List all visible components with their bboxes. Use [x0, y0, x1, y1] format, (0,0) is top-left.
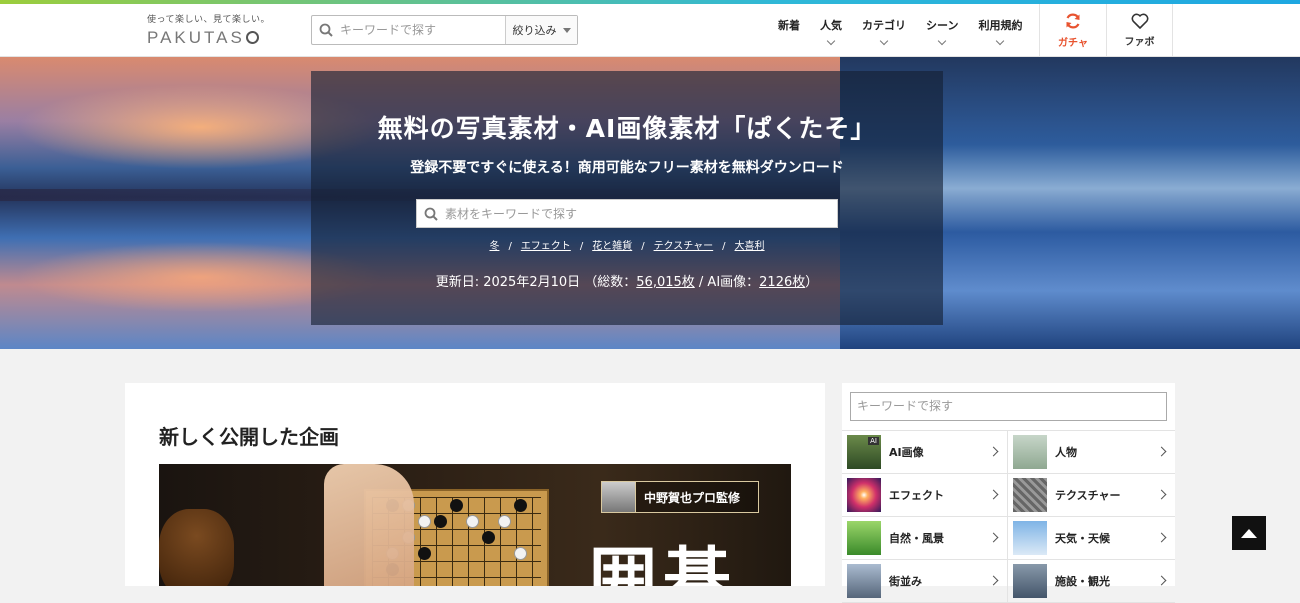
sidebar-search-input[interactable]: キーワードで探す: [850, 392, 1167, 421]
category-facility[interactable]: 施設・観光: [1008, 560, 1175, 603]
chevron-right-icon: [1156, 575, 1167, 586]
total-count-link[interactable]: 56,015枚: [636, 275, 695, 290]
hero-subtitle: 登録不要ですぐに使える！商用可能なフリー素材を無料ダウンロード: [410, 160, 844, 176]
category-people[interactable]: 人物: [1008, 431, 1175, 474]
update-info: 更新日: 2025年2月10日 （総数：56,015枚 / AI画像：2126枚…: [311, 271, 943, 290]
sidebar: キーワードで探す AI画像 人物 エフェクト テクスチャー 自然・風景 天気・天…: [842, 383, 1175, 603]
header-search-box[interactable]: キーワードで探す 絞り込み: [311, 15, 578, 45]
chevron-right-icon: [1156, 446, 1167, 457]
site-logo[interactable]: 使って楽しい、見て楽しい。 PAKUTAS: [147, 12, 277, 52]
chevron-down-icon: [996, 36, 1005, 46]
category-label: テクスチャー: [1055, 489, 1121, 502]
nav-item-scene[interactable]: シーン: [916, 4, 968, 57]
favorite-label: ファボ: [1124, 37, 1155, 48]
favorite-button[interactable]: ファボ: [1106, 4, 1173, 57]
category-grid: AI画像 人物 エフェクト テクスチャー 自然・風景 天気・天候 街並み 施設・…: [842, 430, 1175, 603]
nature-thumb-icon: [847, 521, 881, 555]
nav-label: カテゴリ: [862, 19, 906, 32]
filter-dropdown[interactable]: 絞り込み: [505, 16, 577, 44]
refresh-icon: [1066, 13, 1080, 29]
gacha-label: ガチャ: [1058, 38, 1088, 49]
feature-banner[interactable]: 中野賀也プロ監修 囲碁: [159, 464, 791, 586]
ai-count-prefix: / AI画像：: [694, 275, 760, 290]
category-ai-images[interactable]: AI画像: [842, 431, 1008, 474]
hero-tag-list: 冬 / エフェクト / 花と雑貨 / テクスチャー / 大喜利: [489, 241, 765, 252]
category-label: エフェクト: [889, 489, 944, 502]
town-thumb-icon: [847, 564, 881, 598]
chevron-right-icon: [1156, 532, 1167, 543]
texture-thumb-icon: [1013, 478, 1047, 512]
category-label: 自然・風景: [889, 532, 944, 545]
supervisor-label: 中野賀也プロ監修: [644, 490, 741, 505]
category-nature[interactable]: 自然・風景: [842, 517, 1008, 560]
go-bowl-image: [159, 509, 234, 586]
search-icon: [417, 207, 445, 221]
chevron-right-icon: [1156, 489, 1167, 500]
facility-thumb-icon: [1013, 564, 1047, 598]
chevron-right-icon: [988, 532, 999, 543]
nav-label: シーン: [926, 19, 959, 32]
tag-link[interactable]: 冬: [489, 241, 499, 252]
tag-link[interactable]: 大喜利: [735, 241, 765, 252]
logo-text: PAKUTAS: [147, 28, 245, 47]
hero-banner: 無料の写真素材・AI画像素材「ぱくたそ」 登録不要ですぐに使える！商用可能なフリ…: [0, 57, 1300, 349]
effect-thumb-icon: [847, 478, 881, 512]
arrow-up-icon: [1241, 528, 1257, 538]
nav-item-popular[interactable]: 人気: [810, 4, 852, 57]
section-title: 新しく公開した企画: [159, 425, 339, 449]
logo-tagline: 使って楽しい、見て楽しい。: [147, 15, 271, 25]
nav-item-category[interactable]: カテゴリ: [852, 4, 916, 57]
tag-link[interactable]: 花と雑貨: [592, 241, 632, 252]
chevron-down-icon: [826, 36, 836, 46]
filter-label: 絞り込み: [512, 24, 557, 37]
hero-search-box[interactable]: 素材をキーワードで探す: [416, 199, 838, 228]
weather-thumb-icon: [1013, 521, 1047, 555]
ai-thumb-icon: [847, 435, 881, 469]
hero-title: 無料の写真素材・AI画像素材「ぱくたそ」: [377, 114, 877, 143]
chevron-right-icon: [988, 575, 999, 586]
hero-search-input[interactable]: 素材をキーワードで探す: [445, 205, 577, 222]
site-header: 使って楽しい、見て楽しい。 PAKUTAS キーワードで探す 絞り込み 新着 人…: [0, 4, 1300, 57]
search-icon: [312, 16, 340, 44]
ai-count-link[interactable]: 2126枚: [759, 275, 805, 290]
category-texture[interactable]: テクスチャー: [1008, 474, 1175, 517]
nav-label: 利用規約: [978, 19, 1023, 32]
update-date-text: 更新日: 2025年2月10日 （総数：: [435, 275, 637, 290]
hand-image: [324, 464, 414, 586]
chevron-down-icon: [937, 36, 947, 46]
nav-item-terms[interactable]: 利用規約: [968, 4, 1032, 57]
chevron-right-icon: [988, 489, 999, 500]
update-suffix: ）: [805, 275, 819, 290]
category-weather[interactable]: 天気・天候: [1008, 517, 1175, 560]
logo-wordmark: PAKUTAS: [147, 28, 277, 48]
nav-label: 新着: [778, 19, 800, 32]
category-label: 施設・観光: [1055, 575, 1110, 588]
logo-circle-icon: [245, 31, 259, 44]
portrait-image: [602, 482, 636, 512]
category-label: 街並み: [889, 575, 922, 588]
category-label: 人物: [1055, 446, 1077, 459]
category-effect[interactable]: エフェクト: [842, 474, 1008, 517]
scroll-to-top-button[interactable]: [1232, 516, 1266, 550]
hero-panel: 無料の写真素材・AI画像素材「ぱくたそ」 登録不要ですぐに使える！商用可能なフリ…: [311, 71, 943, 325]
tag-link[interactable]: エフェクト: [521, 241, 571, 252]
nav-item-new[interactable]: 新着: [768, 4, 810, 57]
heart-icon: [1131, 13, 1148, 29]
person-thumb-icon: [1013, 435, 1047, 469]
main-content: 新しく公開した企画 中野賀也プロ監修 囲碁: [125, 383, 825, 586]
category-town[interactable]: 街並み: [842, 560, 1008, 603]
supervisor-badge: 中野賀也プロ監修: [601, 481, 759, 513]
banner-headline: 囲碁: [589, 540, 738, 586]
nav-label: 人気: [820, 19, 842, 32]
chevron-right-icon: [988, 446, 999, 457]
category-label: 天気・天候: [1055, 532, 1110, 545]
header-search-input[interactable]: キーワードで探す: [340, 16, 505, 44]
main-nav: 新着 人気 カテゴリ シーン 利用規約: [768, 4, 1032, 57]
gacha-button[interactable]: ガチャ: [1039, 4, 1106, 57]
chevron-down-icon: [562, 27, 571, 33]
chevron-down-icon: [879, 36, 889, 46]
tag-link[interactable]: テクスチャー: [654, 241, 714, 252]
category-label: AI画像: [889, 446, 924, 459]
